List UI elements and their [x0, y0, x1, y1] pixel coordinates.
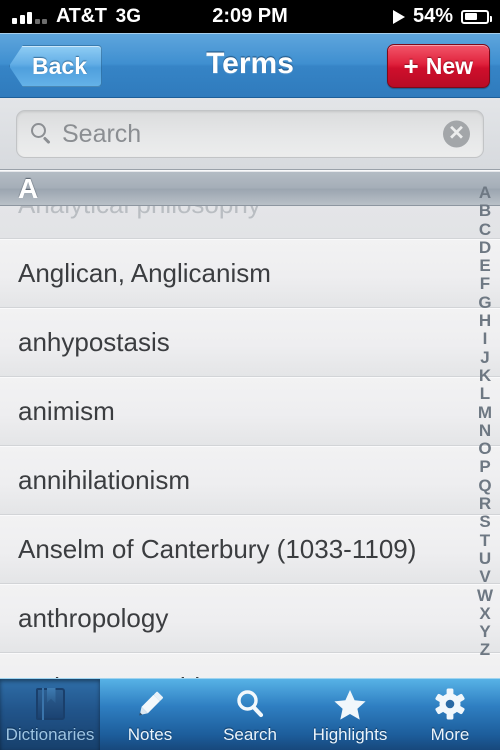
tab-label: Notes [127, 725, 173, 744]
alphabet-index-bar[interactable]: ABCDEFGHIJKLMNOPQRSTUVWXYZ [470, 170, 500, 678]
section-header: A [0, 172, 500, 206]
table-row[interactable]: anthropomorphism [0, 653, 500, 678]
signal-bars-icon [12, 10, 47, 24]
table-row-label: anthropology [18, 602, 169, 633]
table-row[interactable]: Anselm of Canterbury (1033-1109) [0, 515, 500, 584]
index-letter[interactable]: S [470, 513, 500, 532]
navigation-bar: Back Terms + New [0, 33, 500, 98]
phone-screen: AT&T 3G 2:09 PM 54% Back Terms + New Sea… [0, 0, 500, 750]
search-bar-container: Search ✕ [0, 98, 500, 170]
index-letter[interactable]: W [470, 586, 500, 605]
carrier-label: AT&T [56, 5, 107, 27]
table-row-label: animism [18, 395, 115, 426]
status-bar-clock: 2:09 PM [212, 5, 288, 27]
index-letter[interactable]: U [470, 549, 500, 568]
table-row-label: anhypostasis [18, 326, 170, 357]
search-placeholder: Search [62, 119, 142, 148]
battery-percent-label: 54% [412, 5, 453, 27]
play-icon [392, 9, 405, 24]
index-letter[interactable]: G [470, 293, 500, 312]
table-row[interactable]: Anglican, Anglicanism [0, 239, 500, 308]
status-bar-right: 54% [300, 5, 500, 28]
index-letter[interactable]: X [470, 604, 500, 623]
tab-search[interactable]: Search [200, 679, 300, 750]
status-bar: AT&T 3G 2:09 PM 54% [0, 0, 500, 33]
index-letter[interactable]: L [470, 384, 500, 403]
terms-list[interactable]: Analytical philosophyAnglican, Anglicani… [0, 170, 500, 678]
index-letter[interactable]: B [470, 201, 500, 220]
tab-label: Search [223, 725, 277, 744]
table-row-label: Anselm of Canterbury (1033-1109) [18, 533, 417, 564]
index-letter[interactable]: T [470, 531, 500, 550]
search-input[interactable]: Search ✕ [16, 110, 484, 158]
close-icon: ✕ [448, 122, 465, 144]
index-letter[interactable]: Z [470, 641, 500, 660]
tab-notes[interactable]: Notes [100, 679, 200, 750]
table-row[interactable]: anthropology [0, 584, 500, 653]
table-row[interactable]: annihilationism [0, 446, 500, 515]
table-row-label: annihilationism [18, 464, 190, 495]
index-letter[interactable]: R [470, 494, 500, 513]
tab-highlights[interactable]: Highlights [300, 679, 400, 750]
tab-dictionaries[interactable]: Dictionaries [0, 679, 100, 750]
index-letter[interactable]: A [470, 183, 500, 202]
add-new-button-label: New [425, 52, 473, 79]
battery-icon [461, 9, 492, 24]
star-icon [332, 686, 368, 722]
index-letter[interactable]: K [470, 366, 500, 385]
index-letter[interactable]: H [470, 311, 500, 330]
index-letter[interactable]: V [470, 567, 500, 586]
add-new-button[interactable]: + New [386, 44, 490, 88]
tab-label: Highlights [312, 725, 388, 744]
status-bar-left: AT&T 3G [0, 5, 200, 28]
tab-more[interactable]: More [400, 679, 500, 750]
index-letter[interactable]: N [470, 421, 500, 440]
section-header-label: A [18, 172, 39, 204]
network-type-label: 3G [115, 5, 141, 27]
index-letter[interactable]: D [470, 238, 500, 257]
index-letter[interactable]: F [470, 275, 500, 294]
plus-icon: + [403, 51, 419, 81]
tab-label: More [430, 725, 470, 744]
clear-search-button[interactable]: ✕ [443, 120, 470, 148]
search-icon [233, 686, 267, 722]
table-row[interactable]: animism [0, 377, 500, 446]
index-letter[interactable]: M [470, 403, 500, 422]
index-letter[interactable]: Y [470, 622, 500, 641]
index-letter[interactable]: C [470, 220, 500, 239]
index-letter[interactable]: E [470, 256, 500, 275]
book-icon [35, 686, 65, 722]
tab-bar: Dictionaries Notes Search Highlights More [0, 678, 500, 750]
index-letter[interactable]: P [470, 458, 500, 477]
table-row[interactable]: anhypostasis [0, 308, 500, 377]
index-letter[interactable]: O [470, 439, 500, 458]
search-icon [31, 123, 53, 145]
tab-label: Dictionaries [5, 725, 95, 744]
gear-icon [433, 686, 467, 722]
index-letter[interactable]: J [470, 348, 500, 367]
pencil-icon [133, 686, 167, 722]
table-row-label: Anglican, Anglicanism [18, 257, 271, 288]
index-letter[interactable]: Q [470, 476, 500, 495]
index-letter[interactable]: I [470, 330, 500, 349]
